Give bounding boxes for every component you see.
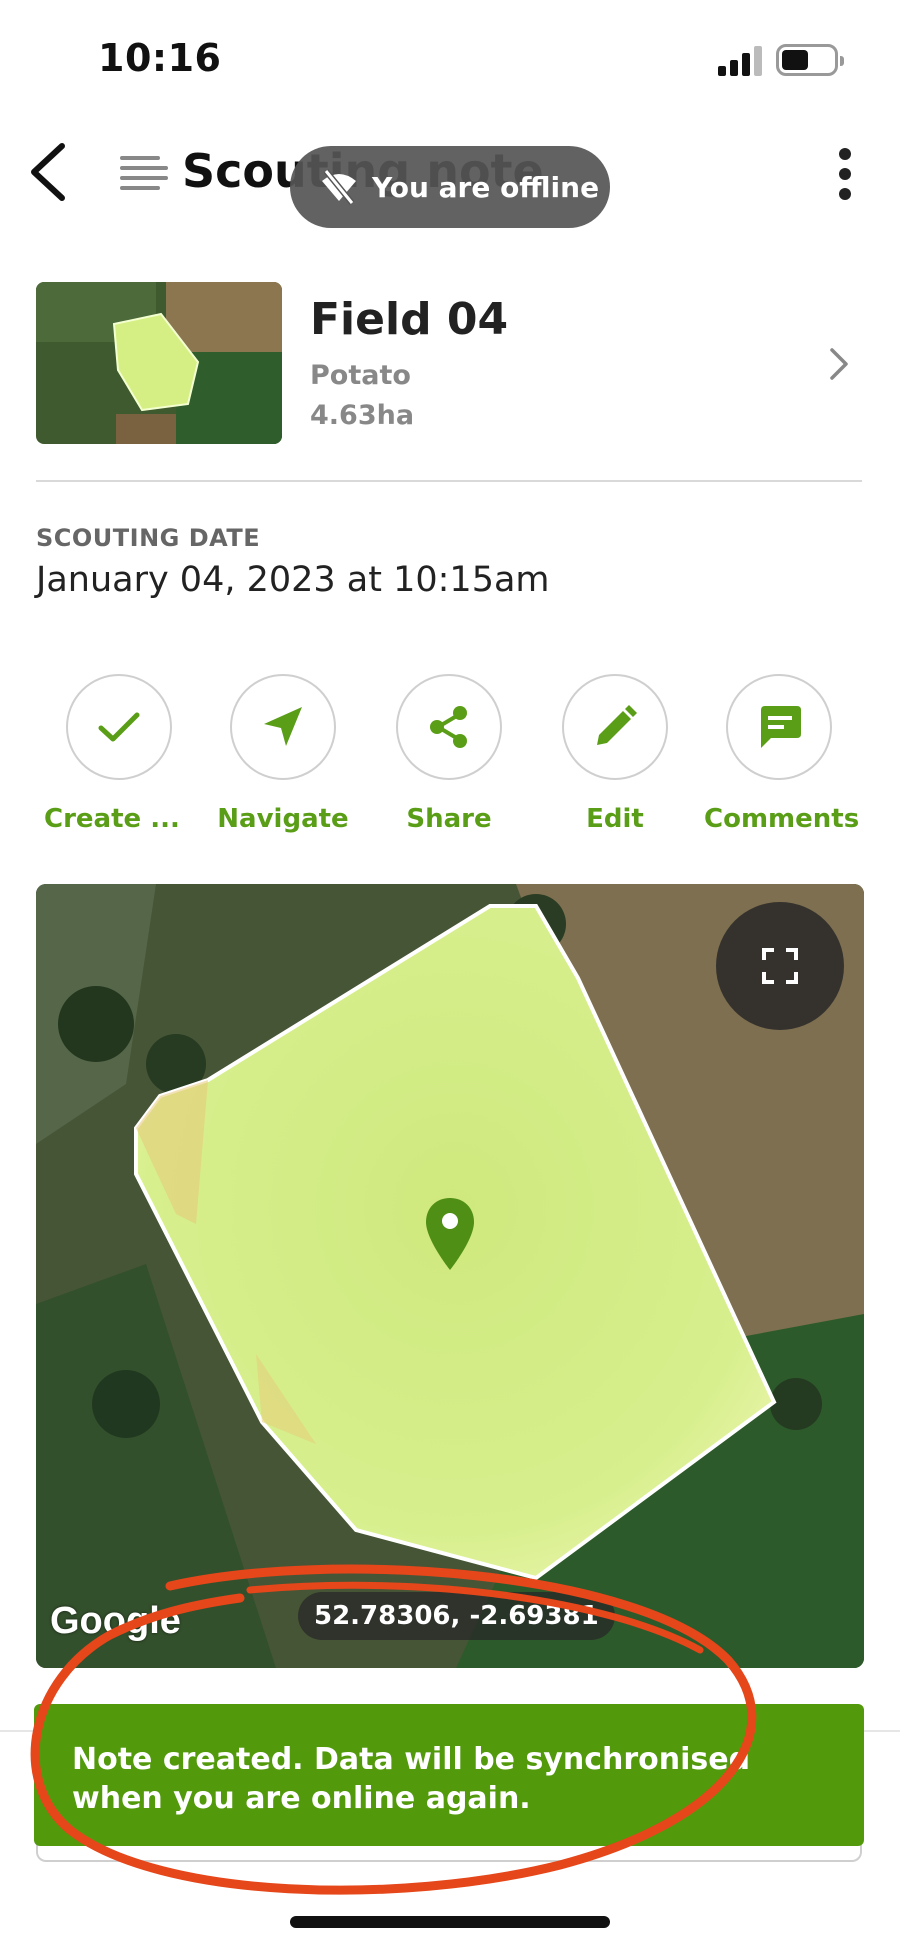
- lines-icon: [120, 156, 168, 192]
- field-map[interactable]: Google 52.78306, -2.69381: [36, 884, 864, 1668]
- fullscreen-button[interactable]: [716, 902, 844, 1030]
- field-thumbnail: [36, 282, 282, 444]
- comments-label: Comments: [704, 804, 860, 834]
- toast-notification: Note created. Data will be synchronised …: [34, 1704, 864, 1846]
- edit-label: Edit: [586, 804, 644, 834]
- share-label: Share: [406, 804, 492, 834]
- field-card[interactable]: Field 04 Potato 4.63ha: [36, 282, 862, 446]
- scouting-date-value: January 04, 2023 at 10:15am: [36, 560, 550, 600]
- signal-icon: [718, 44, 764, 76]
- scouting-date-label: SCOUTING DATE: [36, 524, 261, 552]
- navigate-label: Navigate: [217, 804, 349, 834]
- field-crop: Potato: [310, 360, 411, 391]
- map-coordinates: 52.78306, -2.69381: [298, 1592, 615, 1640]
- field-name: Field 04: [310, 294, 509, 345]
- google-logo: Google: [50, 1600, 181, 1642]
- map-pin-icon: [426, 1198, 474, 1270]
- check-icon: [98, 712, 140, 742]
- divider: [36, 480, 862, 482]
- status-time: 10:16: [98, 36, 222, 80]
- pencil-icon: [597, 705, 637, 745]
- edit-button[interactable]: Edit: [540, 674, 690, 834]
- comments-button[interactable]: Comments: [704, 674, 860, 834]
- share-icon: [430, 706, 467, 748]
- create-action-button[interactable]: Create ...: [44, 674, 194, 834]
- navigate-button[interactable]: Navigate: [208, 674, 358, 834]
- back-button[interactable]: [24, 140, 74, 204]
- create-action-label: Create ...: [44, 804, 180, 834]
- offline-banner: You are offline: [290, 146, 610, 228]
- share-button[interactable]: Share: [374, 674, 524, 834]
- offline-text: You are offline: [372, 170, 600, 204]
- fullscreen-icon: [762, 948, 798, 984]
- toast-message: Note created. Data will be synchronised …: [72, 1742, 751, 1816]
- chevron-right-icon: [830, 348, 848, 380]
- more-menu-button[interactable]: [830, 148, 860, 200]
- battery-icon: [776, 44, 844, 76]
- chevron-left-icon: [31, 143, 65, 201]
- chat-bubble-icon: [761, 706, 801, 748]
- home-indicator[interactable]: [290, 1916, 610, 1928]
- navigation-arrow-icon: [264, 707, 302, 746]
- wifi-off-icon: [322, 169, 356, 205]
- field-area: 4.63ha: [310, 400, 415, 431]
